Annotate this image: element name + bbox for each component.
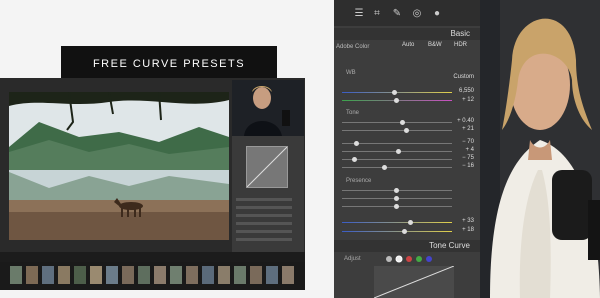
temp-slider[interactable] [342, 92, 452, 93]
blacks-slider[interactable] [342, 167, 452, 168]
mini-panel-row [236, 198, 292, 201]
presence-label: Presence [346, 178, 372, 184]
masking-icon[interactable]: ● [432, 9, 442, 19]
lake-deer-photo [9, 92, 229, 240]
basic-header-label: Basic [450, 29, 470, 38]
film-thumb[interactable] [74, 266, 86, 284]
healing-icon[interactable]: ✎ [392, 9, 402, 19]
video-stage: FREE CURVE PRESETS [0, 0, 334, 298]
tone-curve-header-label: Tone Curve [429, 241, 470, 250]
mode-auto[interactable]: Auto [402, 42, 414, 48]
dehaze-knob[interactable] [394, 204, 399, 209]
crop-icon[interactable]: ⌗ [372, 9, 382, 19]
temp-knob[interactable] [392, 90, 397, 95]
film-thumb[interactable] [234, 266, 246, 284]
mode-bw[interactable]: B&W [428, 42, 442, 48]
curve-channel-selector[interactable] [384, 254, 444, 264]
film-thumb[interactable] [170, 266, 182, 284]
contrast-knob[interactable] [404, 128, 409, 133]
film-thumb[interactable] [282, 266, 294, 284]
film-thumb[interactable] [42, 266, 54, 284]
film-thumb[interactable] [154, 266, 166, 284]
film-thumb[interactable] [10, 266, 22, 284]
tone-label: Tone [346, 110, 360, 116]
vibrance-slider[interactable] [342, 222, 452, 223]
blacks-knob[interactable] [382, 165, 387, 170]
film-thumb[interactable] [26, 266, 38, 284]
whites-slider[interactable] [342, 159, 452, 160]
tone-curve-header[interactable]: Tone Curve [334, 240, 480, 252]
exposure-value[interactable]: + 0.40 [457, 118, 474, 124]
film-thumb[interactable] [218, 266, 230, 284]
film-thumb[interactable] [122, 266, 134, 284]
mini-panel-row [236, 238, 292, 241]
tint-knob[interactable] [394, 98, 399, 103]
exposure-knob[interactable] [400, 120, 405, 125]
temp-value[interactable]: 6,550 [459, 88, 474, 94]
film-thumb[interactable] [266, 266, 278, 284]
saturation-value[interactable]: + 18 [462, 227, 474, 233]
basic-header[interactable]: Basic [334, 28, 480, 40]
contrast-slider[interactable] [342, 130, 452, 131]
film-thumb[interactable] [106, 266, 118, 284]
develop-panel: ☰ ⌗ ✎ ◎ ● Basic Adobe Color Auto B&W HDR… [334, 0, 480, 298]
film-thumb[interactable] [202, 266, 214, 284]
shadows-knob[interactable] [396, 149, 401, 154]
texture-knob[interactable] [394, 188, 399, 193]
edit-sliders-icon[interactable]: ☰ [354, 9, 364, 19]
tint-value[interactable]: + 12 [462, 97, 474, 103]
shadows-value[interactable]: + 4 [465, 147, 474, 153]
tone-curve-graph[interactable] [374, 266, 454, 298]
wb-value[interactable]: Custom [453, 74, 474, 80]
highlights-value[interactable]: − 70 [462, 139, 474, 145]
mini-webcam-person [232, 80, 304, 136]
tool-strip: ☰ ⌗ ✎ ◎ ● [334, 0, 480, 26]
vibrance-value[interactable]: + 33 [462, 218, 474, 224]
whites-knob[interactable] [352, 157, 357, 162]
film-thumb[interactable] [186, 266, 198, 284]
highlights-knob[interactable] [354, 141, 359, 146]
saturation-knob[interactable] [402, 229, 407, 234]
presenter-webcam [480, 0, 600, 298]
mini-status-bar [0, 252, 305, 262]
whites-value[interactable]: − 75 [462, 155, 474, 161]
saturation-slider[interactable] [342, 231, 452, 232]
banner-title: FREE CURVE PRESETS [61, 46, 277, 82]
mode-hdr[interactable]: HDR [454, 42, 467, 48]
film-thumb[interactable] [58, 266, 70, 284]
exposure-slider[interactable] [342, 122, 452, 123]
redeye-icon[interactable]: ◎ [412, 9, 422, 19]
clarity-knob[interactable] [394, 196, 399, 201]
blacks-value[interactable]: − 16 [462, 163, 474, 169]
contrast-value[interactable]: + 21 [462, 126, 474, 132]
mini-panel-row [236, 214, 292, 217]
mini-panel-row [236, 222, 292, 225]
film-thumb[interactable] [138, 266, 150, 284]
wb-label: WB [346, 70, 356, 76]
mini-panel-row [236, 206, 292, 209]
film-thumb[interactable] [250, 266, 262, 284]
mini-panel-row [236, 230, 292, 233]
film-thumb[interactable] [90, 266, 102, 284]
treatment-label: Adobe Color [336, 44, 370, 50]
adjust-label: Adjust [344, 256, 361, 262]
mini-tone-curve [246, 146, 288, 188]
vibrance-knob[interactable] [408, 220, 413, 225]
